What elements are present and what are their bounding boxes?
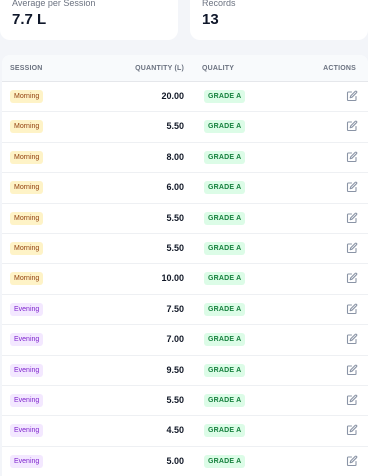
quantity-value: 9.50 [166, 364, 184, 375]
table-row: Morning 6.00 GRADE A [2, 173, 368, 204]
records-value: 13 [202, 11, 219, 28]
table-row: Morning 20.00 GRADE A [2, 82, 368, 113]
average-per-session-label: Average per Session [12, 0, 96, 8]
column-header-session: SESSION [10, 65, 43, 72]
quantity-value: 10.00 [161, 273, 184, 284]
session-badge: Evening [10, 333, 44, 347]
quantity-value: 5.50 [166, 121, 184, 132]
column-header-quality: QUALITY [202, 65, 235, 72]
table-row: Evening 7.00 GRADE A [2, 325, 368, 356]
edit-icon [346, 242, 358, 254]
edit-button[interactable] [346, 424, 358, 436]
column-header-quantity: QUANTITY (L) [135, 65, 184, 72]
edit-button[interactable] [346, 333, 358, 345]
session-badge: Morning [10, 120, 44, 134]
session-badge: Evening [10, 302, 44, 316]
edit-button[interactable] [346, 272, 358, 284]
edit-button[interactable] [346, 242, 358, 254]
quantity-value: 8.00 [166, 151, 184, 162]
quality-badge: GRADE A [204, 424, 246, 438]
session-badge: Evening [10, 424, 44, 438]
quantity-value: 7.00 [166, 334, 184, 345]
quantity-value: 5.50 [166, 242, 184, 253]
edit-icon [346, 151, 358, 163]
quality-badge: GRADE A [204, 211, 246, 225]
edit-button[interactable] [346, 394, 358, 406]
quantity-value: 7.50 [166, 303, 184, 314]
table-row: Morning 10.00 GRADE A [2, 264, 368, 295]
quality-badge: GRADE A [204, 393, 246, 407]
session-badge: Morning [10, 211, 44, 225]
quantity-value: 5.00 [166, 455, 184, 466]
average-per-session-card: Average per Session 7.7 L [0, 0, 178, 40]
edit-icon [346, 90, 358, 102]
quality-badge: GRADE A [204, 333, 246, 347]
edit-icon [346, 455, 358, 467]
table-body: Morning 20.00 GRADE A Morning 5.50 GRADE A Mor… [2, 82, 368, 476]
edit-button[interactable] [346, 364, 358, 376]
quality-badge: GRADE A [204, 272, 246, 286]
edit-icon [346, 212, 358, 224]
quantity-value: 6.00 [166, 182, 184, 193]
table-row: Evening 5.00 GRADE A [2, 447, 368, 476]
average-per-session-value: 7.7 L [12, 11, 47, 28]
session-badge: Morning [10, 181, 44, 195]
edit-icon [346, 272, 358, 284]
table-row: Morning 5.50 GRADE A [2, 204, 368, 234]
quality-badge: GRADE A [204, 90, 246, 103]
quantity-value: 5.50 [166, 212, 184, 223]
edit-icon [346, 181, 358, 193]
edit-button[interactable] [346, 303, 358, 315]
quality-badge: GRADE A [204, 454, 246, 468]
stats-row: Average per Session 7.7 L Records 13 [0, 0, 368, 40]
records-card: Records 13 [190, 0, 368, 40]
session-badge: Morning [10, 272, 44, 286]
edit-icon [346, 333, 358, 345]
table-header: SESSION QUANTITY (L) QUALITY ACTIONS [2, 55, 368, 82]
session-badge: Evening [10, 393, 44, 407]
quality-badge: GRADE A [204, 363, 246, 377]
edit-button[interactable] [346, 151, 358, 163]
session-badge: Morning [10, 241, 44, 255]
quantity-value: 5.50 [166, 394, 184, 405]
quantity-value: 20.00 [161, 91, 184, 101]
column-header-actions: ACTIONS [323, 65, 356, 72]
table-row: Evening 4.50 GRADE A [2, 416, 368, 447]
session-badge: Evening [10, 454, 44, 468]
table-row: Morning 5.50 GRADE A [2, 112, 368, 143]
edit-icon [346, 424, 358, 436]
quality-badge: GRADE A [204, 120, 246, 134]
session-badge: Morning [10, 150, 44, 164]
table-row: Evening 9.50 GRADE A [2, 356, 368, 386]
quality-badge: GRADE A [204, 302, 246, 316]
quality-badge: GRADE A [204, 181, 246, 195]
table-row: Evening 5.50 GRADE A [2, 386, 368, 417]
edit-icon [346, 364, 358, 376]
records-label: Records [202, 0, 236, 8]
session-badge: Evening [10, 363, 44, 377]
records-table: SESSION QUANTITY (L) QUALITY ACTIONS Mor… [2, 55, 368, 476]
quality-badge: GRADE A [204, 241, 246, 255]
edit-button[interactable] [346, 455, 358, 467]
edit-button[interactable] [346, 120, 358, 132]
edit-icon [346, 303, 358, 315]
quantity-value: 4.50 [166, 425, 184, 436]
edit-icon [346, 120, 358, 132]
table-row: Evening 7.50 GRADE A [2, 295, 368, 326]
session-badge: Morning [10, 90, 44, 103]
edit-icon [346, 394, 358, 406]
edit-button[interactable] [346, 90, 358, 102]
table-row: Morning 5.50 GRADE A [2, 234, 368, 265]
edit-button[interactable] [346, 181, 358, 193]
edit-button[interactable] [346, 212, 358, 224]
table-row: Morning 8.00 GRADE A [2, 143, 368, 174]
quality-badge: GRADE A [204, 150, 246, 164]
